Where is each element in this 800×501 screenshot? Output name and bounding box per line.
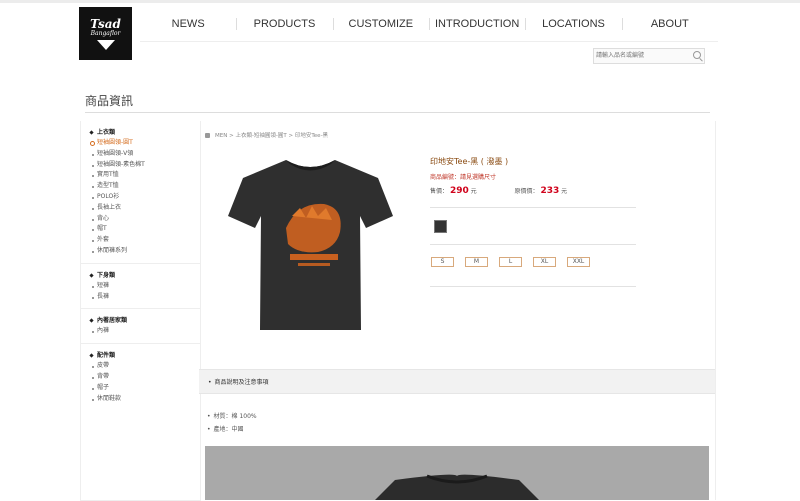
search-input[interactable] xyxy=(596,49,686,63)
category-item-label: 短袖圓領-V領 xyxy=(97,149,134,157)
sale-label: 原價價： xyxy=(514,188,539,195)
category-heading[interactable]: 內著居家類 xyxy=(81,316,200,326)
category-item[interactable]: 實用T恤 xyxy=(81,170,200,181)
divider xyxy=(430,207,636,208)
category-item[interactable]: 帽T xyxy=(81,224,200,235)
category-item[interactable]: 短袖圓領-圓T xyxy=(81,138,200,149)
category-item-label: 內褲 xyxy=(97,327,110,335)
price-unit: 元 xyxy=(470,188,477,195)
sale-price-unit: 元 xyxy=(561,188,568,195)
logo-wordmark: Tsad xyxy=(90,16,121,31)
brand-logo[interactable]: Tsad Bangaflor xyxy=(79,7,132,60)
category-item[interactable]: 背心 xyxy=(81,214,200,225)
size-option[interactable]: M xyxy=(465,257,488,267)
category-item-label: 短袖圓領-素色棉T xyxy=(97,160,145,168)
search-icon[interactable] xyxy=(693,51,701,59)
category-group-underwear: 內著居家類 內褲 xyxy=(81,309,200,345)
category-item[interactable]: 短褲 xyxy=(81,281,200,292)
sale-price-value: 233 xyxy=(540,186,560,196)
category-item-label: 短褲 xyxy=(97,281,110,289)
product-image[interactable] xyxy=(228,158,393,333)
size-option[interactable]: XL xyxy=(533,257,556,267)
category-item-label: 背心 xyxy=(97,214,110,222)
category-item-label: 短袖圓領-圓T xyxy=(97,139,133,146)
category-item[interactable]: 外套 xyxy=(81,235,200,246)
category-item-label: 帽子 xyxy=(97,383,110,391)
category-item-label: 背帶 xyxy=(97,372,110,380)
category-item[interactable]: 內褲 xyxy=(81,326,200,337)
divider xyxy=(430,244,636,245)
category-group-accessories: 配件類 皮帶 背帶 帽子 休閒鞋款 xyxy=(81,344,200,410)
category-item-label: 帽T xyxy=(97,225,107,233)
nav-about[interactable]: ABOUT xyxy=(621,14,718,34)
notes-title: 商品說明及注意事項 xyxy=(208,377,269,386)
category-item-label: 皮帶 xyxy=(97,362,110,370)
nav-locations[interactable]: LOCATIONS xyxy=(525,14,621,34)
category-heading-label: 內著居家類 xyxy=(97,317,128,325)
category-item-label: 外套 xyxy=(97,236,110,244)
category-group-tops: 上衣類 短袖圓領-圓T 短袖圓領-V領 短袖圓領-素色棉T 實用T恤 造型T恤 … xyxy=(81,121,200,264)
product-code-note: 商品編號：請見選購尺寸 xyxy=(430,174,497,181)
logo-tagline: Bangaflor xyxy=(90,29,121,37)
logo-triangle xyxy=(96,39,115,50)
price-label: 售價： xyxy=(430,188,449,195)
category-item[interactable]: 短袖圓領-素色棉T xyxy=(81,160,200,171)
category-heading[interactable]: 配件類 xyxy=(81,351,200,361)
size-option[interactable]: S xyxy=(431,257,454,267)
detail-shirt-image xyxy=(375,474,539,500)
category-item[interactable]: 休閒褲系列 xyxy=(81,246,200,257)
category-item[interactable]: 短袖圓領-V領 xyxy=(81,149,200,160)
category-item[interactable]: 皮帶 xyxy=(81,361,200,372)
category-item-label: 長袖上衣 xyxy=(97,203,122,211)
category-heading-label: 上衣類 xyxy=(97,129,116,136)
category-item[interactable]: 長袖上衣 xyxy=(81,203,200,214)
spec-material: 材質：棉 100% xyxy=(207,411,257,420)
main-nav: NEWS PRODUCTS CUSTOMIZE INTRODUCTION LOC… xyxy=(140,14,718,34)
category-item[interactable]: 造型T恤 xyxy=(81,181,200,192)
nav-divider xyxy=(140,41,718,42)
page-title: 商品資訊 xyxy=(85,94,134,108)
spec-origin: 產地：中國 xyxy=(207,424,244,433)
nav-news[interactable]: NEWS xyxy=(140,14,236,34)
product-detail-photo xyxy=(205,446,709,500)
size-options: S M L XL XXL xyxy=(431,257,601,267)
breadcrumb-text[interactable]: MEN > 上衣類-短袖圓領-圓T > 印地安Tee-黑 xyxy=(215,133,328,139)
category-item-label: 造型T恤 xyxy=(97,182,119,190)
category-item[interactable]: POLO衫 xyxy=(81,192,200,203)
price-row: 售價： 290 元 原價價： 233 元 xyxy=(430,186,567,196)
product-name: 印地安Tee-黑 ( 潑墨 ) xyxy=(430,157,509,166)
search-box xyxy=(593,48,705,64)
category-sidebar: 上衣類 短袖圓領-圓T 短袖圓領-V領 短袖圓領-素色棉T 實用T恤 造型T恤 … xyxy=(80,121,201,501)
category-group-bottoms: 下身類 短褲 長褲 xyxy=(81,264,200,310)
nav-introduction[interactable]: INTRODUCTION xyxy=(428,14,525,34)
category-item[interactable]: 休閒鞋款 xyxy=(81,394,200,405)
category-heading[interactable]: 上衣類 xyxy=(81,128,200,138)
category-item[interactable]: 背帶 xyxy=(81,372,200,383)
home-icon[interactable] xyxy=(205,133,210,138)
divider xyxy=(430,286,636,287)
nav-products[interactable]: PRODUCTS xyxy=(236,14,332,34)
category-item-label: 休閒鞋款 xyxy=(97,394,122,402)
nav-customize[interactable]: CUSTOMIZE xyxy=(332,14,429,34)
category-item-label: POLO衫 xyxy=(97,192,120,200)
price-value: 290 xyxy=(449,186,469,196)
category-heading-label: 配件類 xyxy=(97,352,116,360)
category-item-label: 實用T恤 xyxy=(97,171,119,179)
title-divider xyxy=(85,112,710,113)
size-option[interactable]: L xyxy=(499,257,522,267)
category-heading-label: 下身類 xyxy=(97,271,116,279)
product-notes-header[interactable]: 商品說明及注意事項 xyxy=(199,369,715,394)
category-item-label: 休閒褲系列 xyxy=(97,246,128,254)
category-item[interactable]: 長褲 xyxy=(81,292,200,303)
category-heading[interactable]: 下身類 xyxy=(81,271,200,281)
breadcrumb: MEN > 上衣類-短袖圓領-圓T > 印地安Tee-黑 xyxy=(205,131,328,139)
size-option[interactable]: XXL xyxy=(567,257,590,267)
category-item[interactable]: 帽子 xyxy=(81,383,200,394)
category-item-label: 長褲 xyxy=(97,292,110,300)
color-swatch[interactable] xyxy=(434,220,447,233)
top-border xyxy=(0,0,800,3)
